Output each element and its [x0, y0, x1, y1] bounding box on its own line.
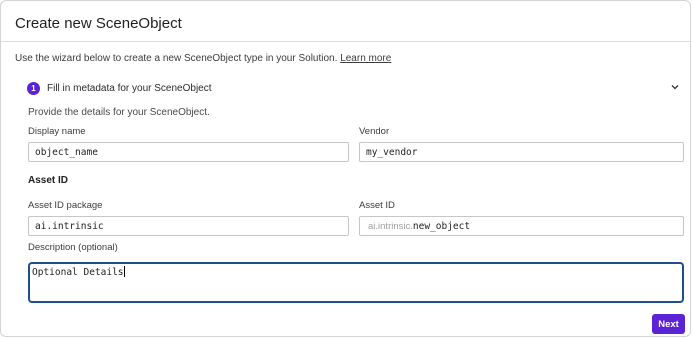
display-name-value: object_name: [35, 146, 98, 158]
step-description: Provide the details for your SceneObject…: [28, 107, 210, 118]
asset-id-prefix: ai.intrinsic.: [368, 220, 413, 232]
create-sceneobject-dialog: Create new SceneObject Use the wizard be…: [0, 0, 691, 337]
asset-id-input[interactable]: ai.intrinsic. new_object: [359, 216, 684, 236]
asset-package-input[interactable]: ai.intrinsic: [28, 216, 349, 236]
step-header[interactable]: 1 Fill in metadata for your SceneObject: [27, 81, 683, 95]
intro-sentence: Use the wizard below to create a new Sce…: [15, 53, 338, 64]
asset-id-value: new_object: [412, 220, 471, 232]
title-divider: [1, 41, 690, 42]
next-button[interactable]: Next: [652, 314, 685, 334]
vendor-input[interactable]: my_vendor: [359, 142, 684, 162]
dialog-title: Create new SceneObject: [15, 15, 182, 32]
step-title: Fill in metadata for your SceneObject: [47, 82, 212, 94]
step-number-badge: 1: [27, 81, 40, 95]
description-label: Description (optional): [28, 242, 118, 253]
display-name-input[interactable]: object_name: [28, 142, 349, 162]
vendor-label: Vendor: [359, 126, 390, 137]
learn-more-link[interactable]: Learn more: [340, 53, 391, 64]
asset-package-value: ai.intrinsic: [35, 220, 104, 232]
display-name-label: Display name: [28, 126, 86, 137]
asset-package-label: Asset ID package: [28, 200, 103, 211]
text-caret: [123, 266, 125, 277]
description-textarea[interactable]: Optional Details: [28, 262, 684, 303]
vendor-value: my_vendor: [366, 146, 418, 158]
asset-id-section-heading: Asset ID: [28, 175, 69, 186]
intro-text: Use the wizard below to create a new Sce…: [15, 53, 391, 64]
chevron-down-icon[interactable]: [669, 81, 681, 93]
description-value: Optional Details: [32, 267, 124, 278]
asset-id-label: Asset ID: [359, 200, 395, 211]
